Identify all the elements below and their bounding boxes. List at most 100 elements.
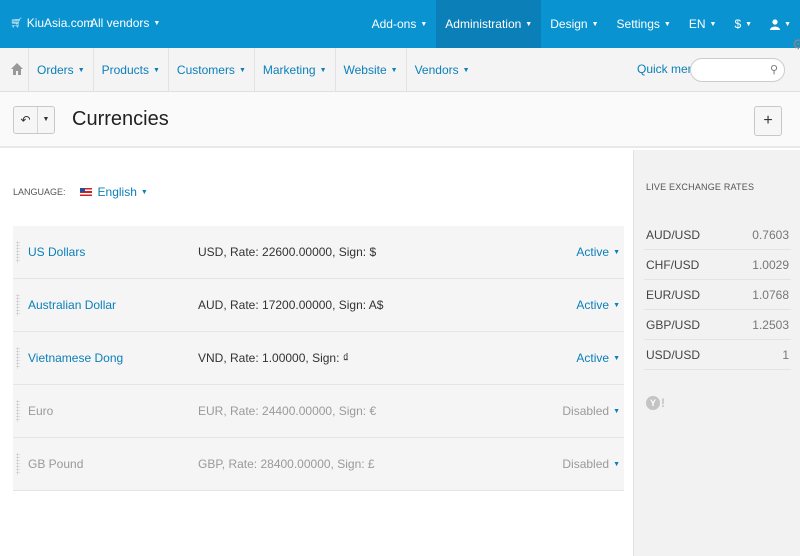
menu-addons-label: Add-ons — [371, 17, 417, 31]
status-label: Disabled — [562, 457, 610, 471]
menu-administration[interactable]: Administration ▼ — [436, 0, 542, 48]
yahoo-logo-icon: Y — [646, 396, 660, 410]
rate-value: 0.7603 — [752, 227, 789, 242]
nav-customers[interactable]: Customers ▼ — [167, 48, 254, 92]
menu-design[interactable]: Design ▼ — [541, 0, 607, 48]
status-dropdown[interactable]: Active ▼ — [576, 351, 620, 365]
rate-row: EUR/USD 1.0768 — [644, 280, 791, 310]
status-dropdown[interactable]: Active ▼ — [576, 298, 620, 312]
currency-list: US Dollars USD, Rate: 22600.00000, Sign:… — [13, 226, 624, 491]
currency-name-link[interactable]: GB Pound — [28, 457, 83, 471]
menu-settings[interactable]: Settings ▼ — [608, 0, 680, 48]
menu-currency[interactable]: $ ▼ — [725, 0, 761, 48]
brand-logo[interactable]: 🛒︎ KiuAsia.com — [10, 16, 93, 30]
chevron-down-icon: ▼ — [238, 66, 246, 74]
rate-value: 1 — [782, 347, 789, 362]
language-dropdown[interactable]: English ▼ — [98, 185, 148, 199]
rate-value: 1.0768 — [752, 287, 789, 302]
nav-website-label: Website — [343, 63, 387, 77]
language-label: LANGUAGE: — [13, 187, 66, 197]
chevron-down-icon: ▼ — [613, 461, 620, 469]
exclamation-icon: ! — [661, 396, 665, 410]
brand-name: KiuAsia.com — [26, 16, 94, 30]
language-value: English — [97, 185, 137, 199]
back-dropdown-button[interactable]: ▼ — [38, 107, 54, 133]
top-menu: Add-ons ▼ Administration ▼ Design ▼ Setting… — [363, 0, 800, 48]
currency-row: Australian Dollar AUD, Rate: 17200.00000… — [13, 279, 624, 332]
plus-icon: + — [763, 112, 773, 129]
status-dropdown[interactable]: Disabled ▼ — [562, 457, 620, 471]
chevron-down-icon: ▼ — [77, 66, 85, 74]
drag-handle-icon[interactable] — [16, 453, 20, 475]
status-dropdown[interactable]: Disabled ▼ — [562, 404, 620, 418]
home-icon[interactable] — [10, 62, 24, 76]
vendor-selector-label: All vendors — [90, 16, 150, 30]
currency-details: USD, Rate: 22600.00000, Sign: $ — [198, 245, 377, 259]
back-button[interactable]: ↶ — [14, 107, 38, 133]
chevron-down-icon: ▼ — [319, 66, 327, 74]
chevron-down-icon: ▼ — [525, 20, 533, 28]
chevron-down-icon: ▼ — [709, 20, 717, 28]
nav-marketing[interactable]: Marketing ▼ — [253, 48, 335, 92]
cart-icon: 🛒︎ — [10, 17, 23, 29]
currency-row: US Dollars USD, Rate: 22600.00000, Sign:… — [13, 226, 624, 279]
chevron-down-icon: ▼ — [784, 20, 791, 28]
rate-value: 1.2503 — [752, 317, 789, 332]
currency-details: EUR, Rate: 24400.00000, Sign: € — [198, 404, 377, 418]
status-label: Active — [576, 298, 610, 312]
top-bar: 🛒︎ KiuAsia.com All vendors ▼ Add-ons ▼ Adm… — [0, 0, 800, 48]
nav-marketing-label: Marketing — [262, 63, 316, 77]
currency-name-link[interactable]: Euro — [28, 404, 53, 418]
yahoo-icon[interactable]: Y! — [646, 396, 665, 410]
menu-language-label: EN — [688, 17, 706, 31]
vendor-selector[interactable]: All vendors ▼ — [90, 16, 160, 30]
secondary-nav: Orders ▼ Products ▼ Customers ▼ Marketing ▼ … — [0, 48, 800, 92]
rate-pair: EUR/USD — [646, 287, 701, 302]
menu-currency-label: $ — [734, 17, 742, 31]
nav-products[interactable]: Products ▼ — [92, 48, 168, 92]
currency-name-link[interactable]: US Dollars — [28, 245, 85, 259]
nav-orders-label: Orders — [37, 63, 74, 77]
gear-icon: ⚙ — [792, 36, 800, 52]
chevron-down-icon: ▼ — [420, 20, 428, 28]
currency-details: AUD, Rate: 17200.00000, Sign: A$ — [198, 298, 384, 312]
rates-list: AUD/USD 0.7603 CHF/USD 1.0029 EUR/USD 1.076… — [644, 220, 791, 370]
nav-vendors[interactable]: Vendors ▼ — [405, 48, 478, 92]
page-title: Currencies — [72, 108, 169, 130]
sidebar-title: LIVE EXCHANGE RATES — [646, 182, 755, 192]
menu-language[interactable]: EN ▼ — [680, 0, 726, 48]
menu-settings-label: Settings — [616, 17, 660, 31]
back-arrow-icon: ↶ — [20, 113, 31, 127]
exchange-rates-sidebar: LIVE EXCHANGE RATES AUD/USD 0.7603 CHF/US… — [633, 150, 800, 556]
chevron-down-icon: ▼ — [462, 66, 470, 74]
nav-website[interactable]: Website ▼ — [334, 48, 406, 92]
user-icon — [770, 19, 781, 31]
currency-row: Euro EUR, Rate: 24400.00000, Sign: € Dis… — [13, 385, 624, 438]
status-label: Active — [576, 245, 610, 259]
menu-design-label: Design — [550, 17, 588, 31]
rate-pair: CHF/USD — [646, 257, 700, 272]
chevron-down-icon: ▼ — [745, 20, 753, 28]
menu-administration-label: Administration — [445, 17, 522, 31]
rate-row: GBP/USD 1.2503 — [644, 310, 791, 340]
chevron-down-icon: ▼ — [613, 355, 620, 363]
nav-orders[interactable]: Orders ▼ — [28, 48, 93, 92]
currency-row: GB Pound GBP, Rate: 28400.00000, Sign: £… — [13, 438, 624, 491]
currency-name-link[interactable]: Vietnamese Dong — [28, 351, 123, 365]
chevron-down-icon: ▼ — [153, 20, 161, 28]
drag-handle-icon[interactable] — [16, 347, 20, 369]
add-currency-button[interactable]: + — [754, 106, 782, 136]
menu-addons[interactable]: Add-ons ▼ — [363, 0, 437, 48]
search-icon[interactable]: ⚲ — [770, 63, 778, 76]
drag-handle-icon[interactable] — [16, 400, 20, 422]
search-input[interactable]: ⚲ — [690, 58, 785, 82]
rate-row: AUD/USD 0.7603 — [644, 220, 791, 250]
nav-products-label: Products — [101, 63, 149, 77]
currency-name-link[interactable]: Australian Dollar — [28, 298, 116, 312]
status-label: Active — [576, 351, 610, 365]
status-dropdown[interactable]: Active ▼ — [576, 245, 620, 259]
page-header: ↶ ▼ Currencies — [0, 92, 800, 148]
drag-handle-icon[interactable] — [16, 241, 20, 263]
status-label: Disabled — [562, 404, 610, 418]
drag-handle-icon[interactable] — [16, 294, 20, 316]
